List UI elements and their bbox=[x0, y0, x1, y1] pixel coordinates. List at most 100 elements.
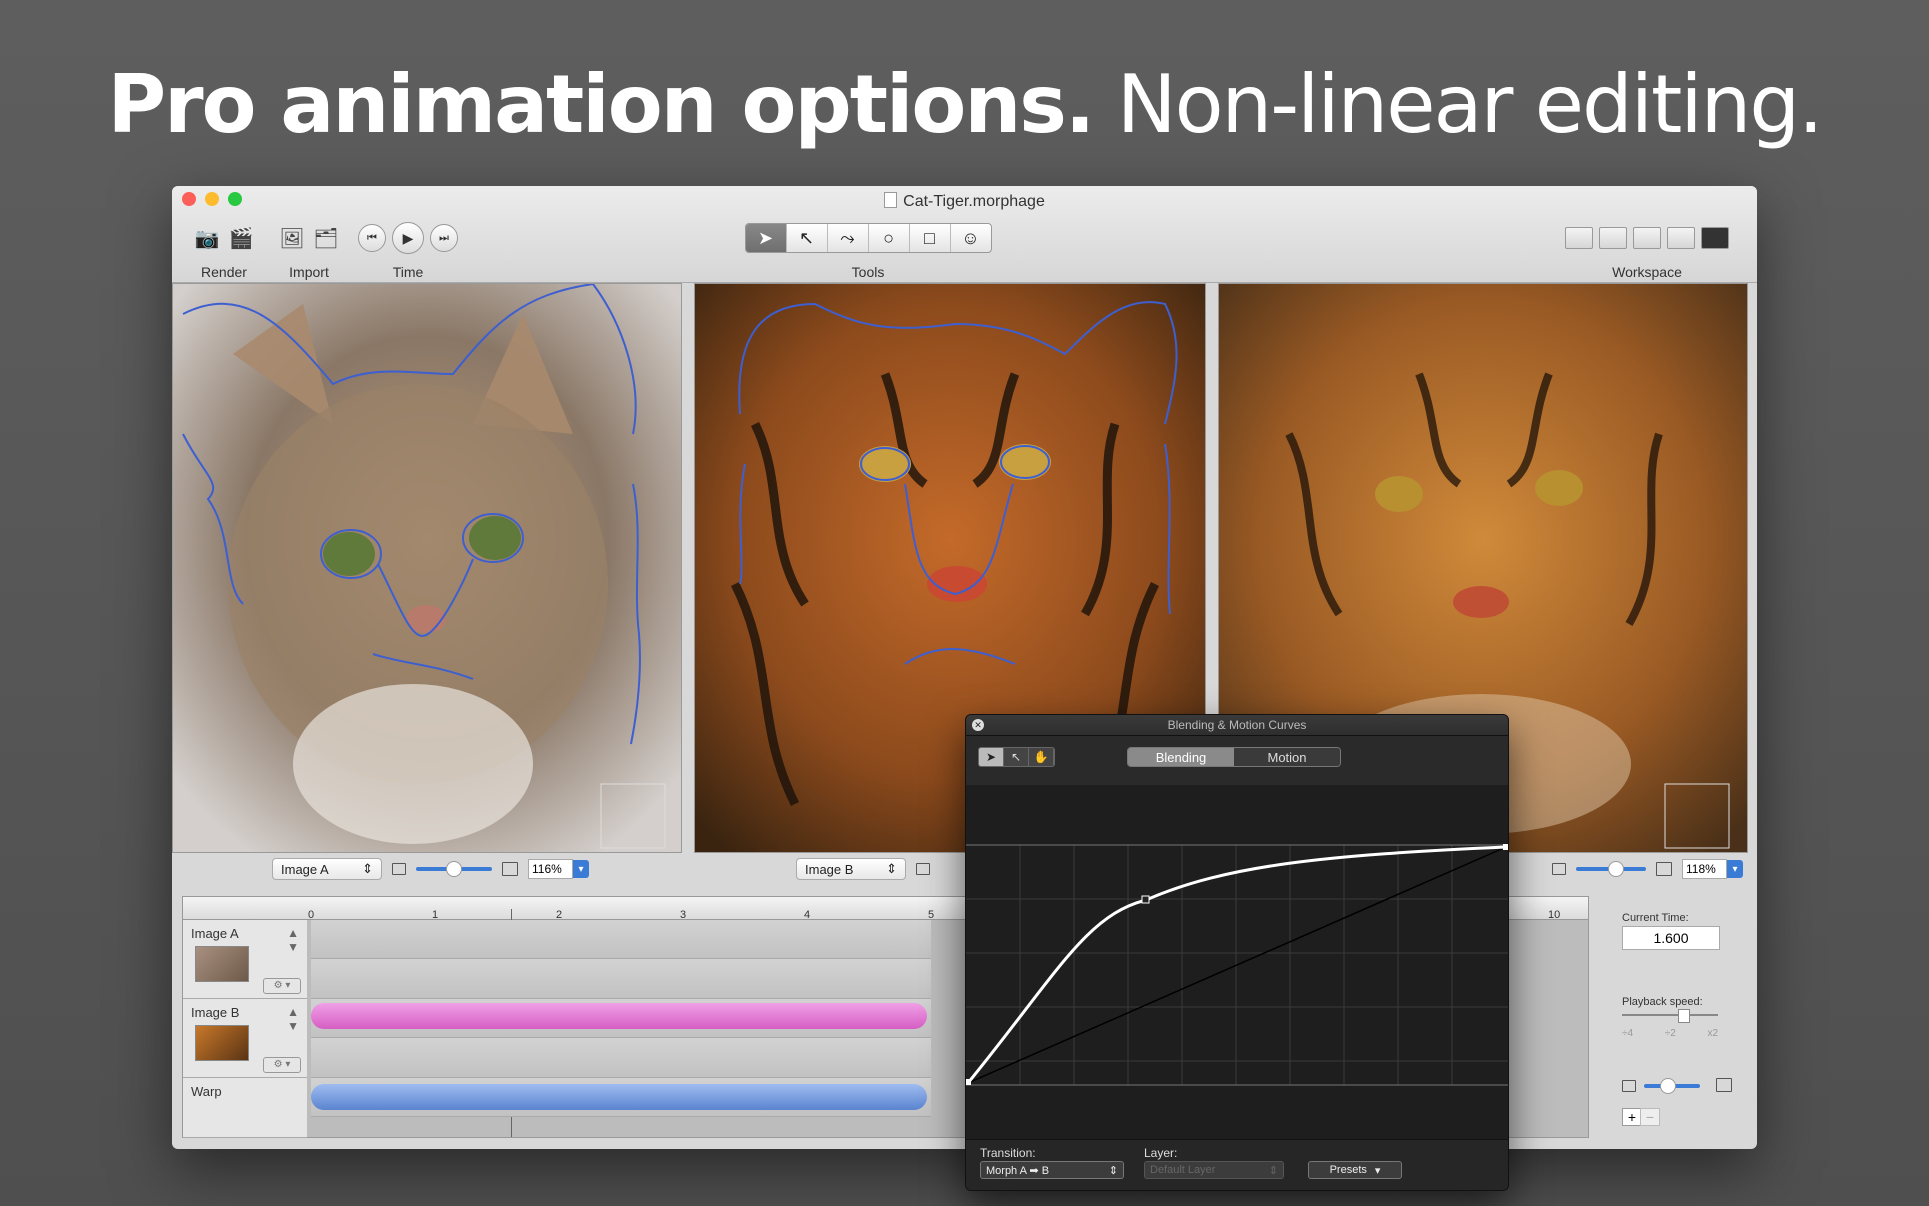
layer-label: Layer: bbox=[1144, 1146, 1178, 1160]
reorder-arrows-icon[interactable]: ▲ ▼ bbox=[287, 1005, 299, 1033]
speed-tick: ÷4 bbox=[1622, 1028, 1634, 1039]
workspace-label: Workspace bbox=[1612, 264, 1682, 280]
zoom-slider-out[interactable] bbox=[1576, 861, 1646, 877]
image-b-popup[interactable]: Image B ⇕ bbox=[796, 858, 906, 880]
tools-group: ➤ ↖ ⤳ ○ □ ☺ Tools bbox=[740, 220, 996, 280]
track-image-a[interactable]: Image A ▲ ▼ ⚙ ▾ bbox=[183, 920, 307, 999]
window-title: Cat-Tiger.morphage bbox=[172, 192, 1757, 211]
curve-end-point[interactable] bbox=[1503, 844, 1508, 850]
camera-icon[interactable]: 📷 bbox=[193, 224, 221, 252]
add-track-button[interactable]: + bbox=[1622, 1108, 1642, 1126]
speed-tick: ÷2 bbox=[1664, 1028, 1676, 1039]
chevron-down-icon: ▾ bbox=[1374, 1164, 1381, 1177]
track-gear-icon[interactable]: ⚙ ▾ bbox=[263, 978, 301, 994]
zoom-slider-a[interactable] bbox=[416, 861, 492, 877]
popup-arrows-icon: ⇕ bbox=[1268, 1164, 1278, 1177]
headline-light: Non-linear editing. bbox=[1093, 58, 1824, 151]
zoom-in-icon[interactable] bbox=[502, 862, 518, 876]
zoom-field-out[interactable]: 118% bbox=[1682, 859, 1727, 879]
zoom-in-icon[interactable] bbox=[1656, 862, 1672, 876]
curve-add-point-tool-icon[interactable]: ↖ bbox=[1004, 748, 1029, 766]
warp-bar[interactable] bbox=[311, 1084, 927, 1110]
zoom-out-icon[interactable] bbox=[916, 863, 930, 875]
rewind-button[interactable]: ⏮ bbox=[358, 224, 386, 252]
image-b-blend-bar[interactable] bbox=[311, 1003, 927, 1029]
current-time-field[interactable]: 1.600 bbox=[1622, 926, 1720, 950]
curve-select-tool-icon[interactable]: ➤ bbox=[979, 748, 1004, 766]
zoom-out-icon[interactable] bbox=[392, 863, 406, 875]
import-images-icon[interactable]: 🖼 bbox=[278, 224, 306, 252]
workspace-layout-4-icon[interactable] bbox=[1667, 227, 1695, 249]
curve-graph[interactable] bbox=[966, 785, 1508, 1139]
tools-segmented: ➤ ↖ ⤳ ○ □ ☺ bbox=[744, 223, 992, 253]
headline: Pro animation options. Non-linear editin… bbox=[0, 58, 1929, 151]
face-tool-icon[interactable]: ☺ bbox=[951, 224, 991, 252]
track-warp[interactable]: Warp bbox=[183, 1078, 307, 1138]
curve-tool-icon[interactable]: ⤳ bbox=[828, 224, 869, 252]
render-label: Render bbox=[201, 264, 247, 280]
import-sequence-icon[interactable]: 🗂 bbox=[312, 224, 340, 252]
zoom-stepper-out[interactable]: ▾ bbox=[1727, 860, 1743, 878]
transition-label: Transition: bbox=[980, 1146, 1036, 1160]
curve-start-point[interactable] bbox=[966, 1079, 971, 1085]
image-b-controls: Image B ⇕ bbox=[796, 857, 930, 881]
tick-label: 10 bbox=[1548, 909, 1561, 921]
zoom-field-a[interactable]: 116% bbox=[528, 859, 573, 879]
curves-footer: Transition: Morph A ➡ B ⇕ Layer: Default … bbox=[966, 1139, 1508, 1190]
tab-motion[interactable]: Motion bbox=[1234, 748, 1340, 766]
track-lane[interactable] bbox=[311, 959, 931, 999]
speed-tick: x2 bbox=[1707, 1028, 1718, 1039]
select-tool-icon[interactable]: ➤ bbox=[745, 224, 787, 252]
rectangle-tool-icon[interactable]: □ bbox=[910, 224, 951, 252]
speed-ticks: ÷4 ÷2 x2 bbox=[1622, 1028, 1718, 1039]
track-lane[interactable] bbox=[311, 1038, 931, 1078]
point-select-tool-icon[interactable]: ↖ bbox=[787, 224, 828, 252]
timeline-zoom-in-icon[interactable] bbox=[1716, 1078, 1732, 1092]
import-group: 🖼 🗂 Import bbox=[268, 220, 350, 281]
image-a-popup[interactable]: Image A ⇕ bbox=[272, 858, 382, 880]
workspace-layout-1-icon[interactable] bbox=[1565, 227, 1593, 249]
workspace-layout-2-icon[interactable] bbox=[1599, 227, 1627, 249]
cat-left-eye bbox=[323, 532, 375, 576]
timeline-zoom-out-icon[interactable] bbox=[1622, 1080, 1636, 1092]
track-image-b[interactable]: Image B ▲ ▼ ⚙ ▾ bbox=[183, 999, 307, 1078]
tools-label: Tools bbox=[851, 264, 885, 280]
timeline-zoom-slider[interactable] bbox=[1644, 1078, 1700, 1094]
tab-blending[interactable]: Blending bbox=[1128, 748, 1234, 766]
zoom-slider-knob[interactable] bbox=[1660, 1078, 1676, 1094]
hand-tool-icon[interactable]: ✋ bbox=[1029, 748, 1054, 766]
image-a-panel[interactable] bbox=[172, 283, 682, 853]
layer-popup[interactable]: Default Layer ⇕ bbox=[1144, 1161, 1284, 1179]
image-a-popup-label: Image A bbox=[281, 861, 329, 877]
track-gear-icon[interactable]: ⚙ ▾ bbox=[263, 1057, 301, 1073]
zoom-slider-knob[interactable] bbox=[1608, 861, 1624, 877]
curve-tools: ➤ ↖ ✋ bbox=[978, 747, 1055, 767]
close-icon[interactable]: ✕ bbox=[972, 719, 984, 731]
workspace-layout-3-icon[interactable] bbox=[1633, 227, 1661, 249]
play-button[interactable]: ▶ bbox=[392, 222, 424, 254]
zoom-stepper-a[interactable]: ▾ bbox=[573, 860, 589, 878]
reorder-arrows-icon[interactable]: ▲ ▼ bbox=[287, 926, 299, 954]
curves-workspace-icon[interactable] bbox=[1701, 227, 1729, 249]
zoom-out-icon[interactable] bbox=[1552, 863, 1566, 875]
headline-bold: Pro animation options. bbox=[107, 58, 1095, 151]
ellipse-tool-icon[interactable]: ○ bbox=[869, 224, 910, 252]
playback-speed-slider[interactable] bbox=[1622, 1009, 1718, 1023]
curve-control-point[interactable] bbox=[1141, 895, 1150, 904]
clapper-icon[interactable]: 🎬 bbox=[227, 224, 255, 252]
playback-panel: Current Time: 1.600 Playback speed: ÷4 ÷… bbox=[1612, 896, 1747, 1136]
image-a-controls: Image A ⇕ 116% ▾ bbox=[272, 857, 589, 881]
zoom-slider-knob[interactable] bbox=[446, 861, 462, 877]
track-name: Warp bbox=[191, 1084, 222, 1099]
forward-button[interactable]: ⏭ bbox=[430, 224, 458, 252]
track-thumbnail-cat bbox=[195, 946, 249, 982]
presets-button[interactable]: Presets ▾ bbox=[1308, 1161, 1402, 1179]
transition-popup[interactable]: Morph A ➡ B ⇕ bbox=[980, 1161, 1124, 1179]
output-controls: 118% ▾ bbox=[1552, 857, 1743, 881]
remove-track-button[interactable]: − bbox=[1640, 1108, 1660, 1126]
render-group: 📷 🎬 Render bbox=[184, 220, 264, 281]
time-group: ⏮ ▶ ⏭ Time bbox=[358, 220, 458, 280]
speed-slider-knob[interactable] bbox=[1678, 1009, 1690, 1023]
track-lane[interactable] bbox=[311, 920, 931, 959]
cat-right-eye bbox=[469, 516, 521, 560]
